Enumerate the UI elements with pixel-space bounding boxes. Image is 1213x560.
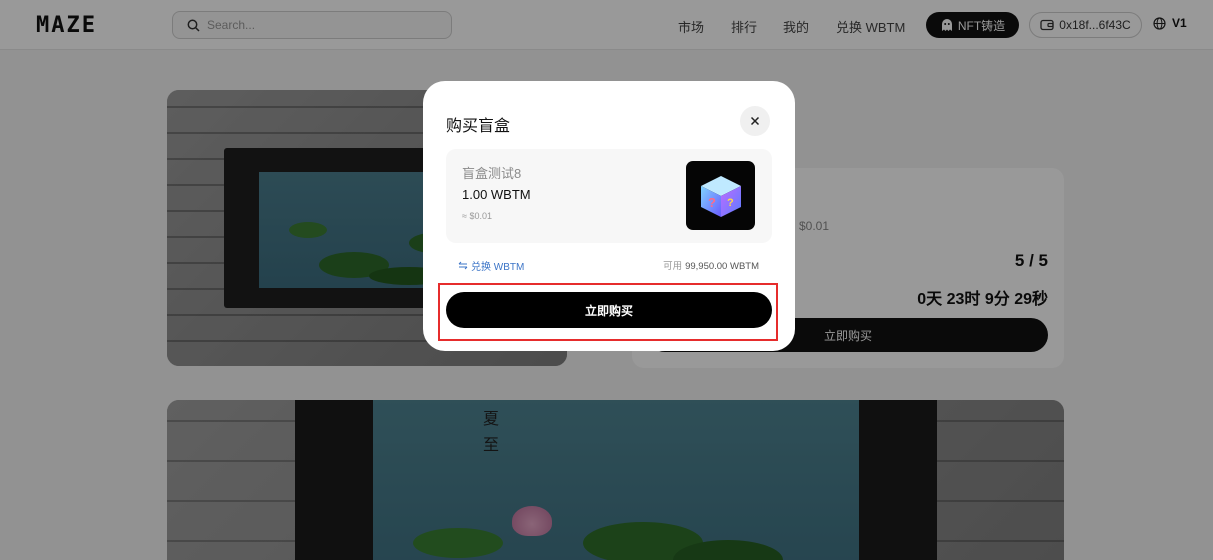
swap-wbtm-link[interactable]: 兑换 WBTM: [458, 258, 524, 273]
balance-label: 可用: [663, 261, 683, 272]
svg-text:?: ?: [727, 197, 734, 209]
available-balance: 可用 99,950.00 WBTM: [663, 258, 759, 272]
close-button[interactable]: [740, 106, 770, 136]
item-summary: 盲盒测试8 1.00 WBTM ≈ $0.01 ? ?: [446, 149, 772, 243]
svg-text:?: ?: [708, 195, 716, 210]
item-usd-estimate: ≈ $0.01: [462, 211, 492, 221]
close-icon: [750, 116, 760, 126]
modal-title: 购买盲盒: [446, 118, 511, 135]
buy-button-highlight: [438, 283, 778, 341]
balance-value: 99,950.00 WBTM: [685, 261, 759, 272]
blindbox-thumbnail: ? ?: [686, 161, 755, 230]
swap-arrows-icon: [458, 261, 468, 270]
item-price: 1.00 WBTM: [462, 187, 531, 202]
swap-wbtm-label: 兑换 WBTM: [471, 262, 525, 273]
mystery-cube-icon: ? ?: [700, 175, 741, 217]
item-name: 盲盒测试8: [462, 166, 522, 181]
